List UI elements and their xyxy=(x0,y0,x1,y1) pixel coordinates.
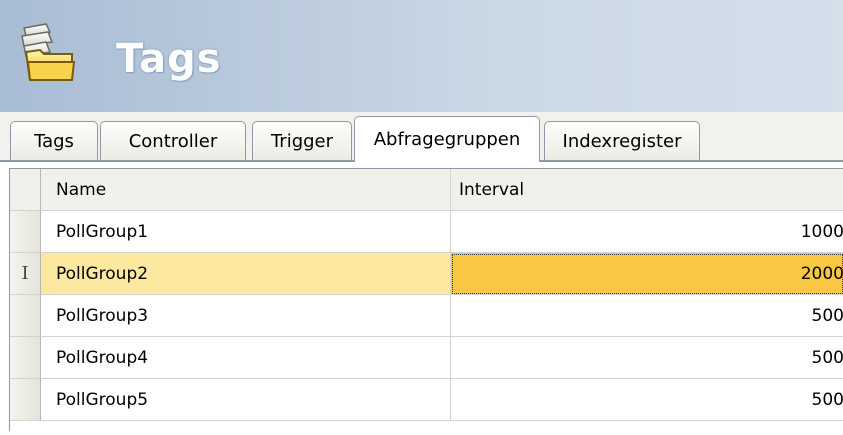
cell-interval[interactable]: 500 xyxy=(451,379,843,421)
row-header-corner[interactable] xyxy=(10,169,41,211)
cell-interval[interactable]: 500 xyxy=(451,295,843,337)
cell-name[interactable]: PollGroup1 xyxy=(41,211,451,253)
stacked-folders-icon xyxy=(21,23,76,81)
row-selector[interactable] xyxy=(10,337,41,379)
table-row[interactable]: PollGroup1 1000 xyxy=(10,211,843,253)
table-row-selected[interactable]: I PollGroup2 2000 xyxy=(10,253,843,295)
row-selector[interactable] xyxy=(10,211,41,253)
cell-interval[interactable]: 2000 xyxy=(451,253,843,295)
cell-name[interactable]: PollGroup4 xyxy=(41,337,451,379)
tab-tags[interactable]: Tags xyxy=(10,121,98,160)
cell-name[interactable]: PollGroup5 xyxy=(41,379,451,421)
page-title: Tags xyxy=(116,36,222,82)
row-selector[interactable] xyxy=(10,379,41,421)
column-header-interval[interactable]: Interval xyxy=(451,169,843,211)
cell-interval[interactable]: 500 xyxy=(451,337,843,379)
current-row-marker: I xyxy=(21,263,29,284)
row-selector[interactable]: I xyxy=(10,253,41,295)
tab-trigger[interactable]: Trigger xyxy=(252,121,352,160)
cell-name[interactable]: PollGroup3 xyxy=(41,295,451,337)
grid-header-row: Name Interval xyxy=(10,169,843,211)
tab-controller[interactable]: Controller xyxy=(100,121,246,160)
table-row[interactable]: PollGroup5 500 xyxy=(10,379,843,421)
column-header-name[interactable]: Name xyxy=(41,169,451,211)
pollgroup-grid: Name Interval PollGroup1 1000 I PollGrou… xyxy=(9,168,843,431)
row-selector[interactable] xyxy=(10,295,41,337)
tab-indexregister[interactable]: Indexregister xyxy=(544,121,700,160)
table-row[interactable]: PollGroup4 500 xyxy=(10,337,843,379)
tab-abfragegruppen[interactable]: Abfragegruppen xyxy=(354,116,540,162)
page-header: Tags xyxy=(0,0,843,112)
table-row[interactable]: PollGroup3 500 xyxy=(10,295,843,337)
cell-name[interactable]: PollGroup2 xyxy=(41,253,451,295)
cell-interval[interactable]: 1000 xyxy=(451,211,843,253)
